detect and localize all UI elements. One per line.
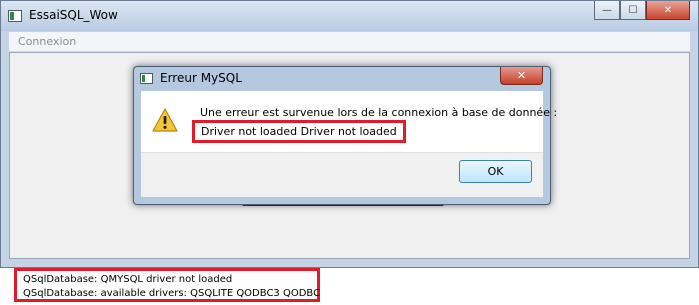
- dialog-titlebar[interactable]: Erreur MySQL ✕: [134, 67, 550, 91]
- console-output: QSqlDatabase: QMYSQL driver not loaded Q…: [14, 268, 320, 302]
- dialog-footer: OK: [141, 152, 543, 197]
- close-button[interactable]: ✕: [646, 1, 690, 20]
- menu-bar: Connexion: [9, 32, 690, 52]
- console-line: QSqlDatabase: QMYSQL driver not loaded: [23, 274, 233, 285]
- maximize-button[interactable]: ☐: [620, 1, 646, 20]
- menu-item-connexion[interactable]: Connexion: [18, 35, 76, 48]
- dialog-close-button[interactable]: ✕: [500, 67, 543, 85]
- error-message-line1: Une erreur est survenue lors de la conne…: [200, 106, 558, 119]
- dialog-body: Une erreur est survenue lors de la conne…: [141, 91, 557, 152]
- error-dialog: Erreur MySQL ✕ Une erreur est survenue l…: [133, 66, 557, 205]
- warning-icon: [152, 108, 178, 132]
- dialog-app-icon: [140, 73, 153, 84]
- ok-button[interactable]: OK: [459, 160, 532, 183]
- console-line: QSqlDatabase: available drivers: QSQLITE…: [23, 288, 321, 299]
- minimize-button[interactable]: —: [594, 1, 620, 20]
- dialog-title: Erreur MySQL: [160, 71, 242, 85]
- window-titlebar[interactable]: EssaiSQL_Wow — ☐ ✕: [1, 1, 698, 31]
- window-controls: — ☐ ✕: [594, 1, 690, 21]
- window-title: EssaiSQL_Wow: [29, 8, 118, 22]
- error-message-line2: Driver not loaded Driver not loaded: [192, 120, 406, 143]
- app-icon: [8, 10, 22, 22]
